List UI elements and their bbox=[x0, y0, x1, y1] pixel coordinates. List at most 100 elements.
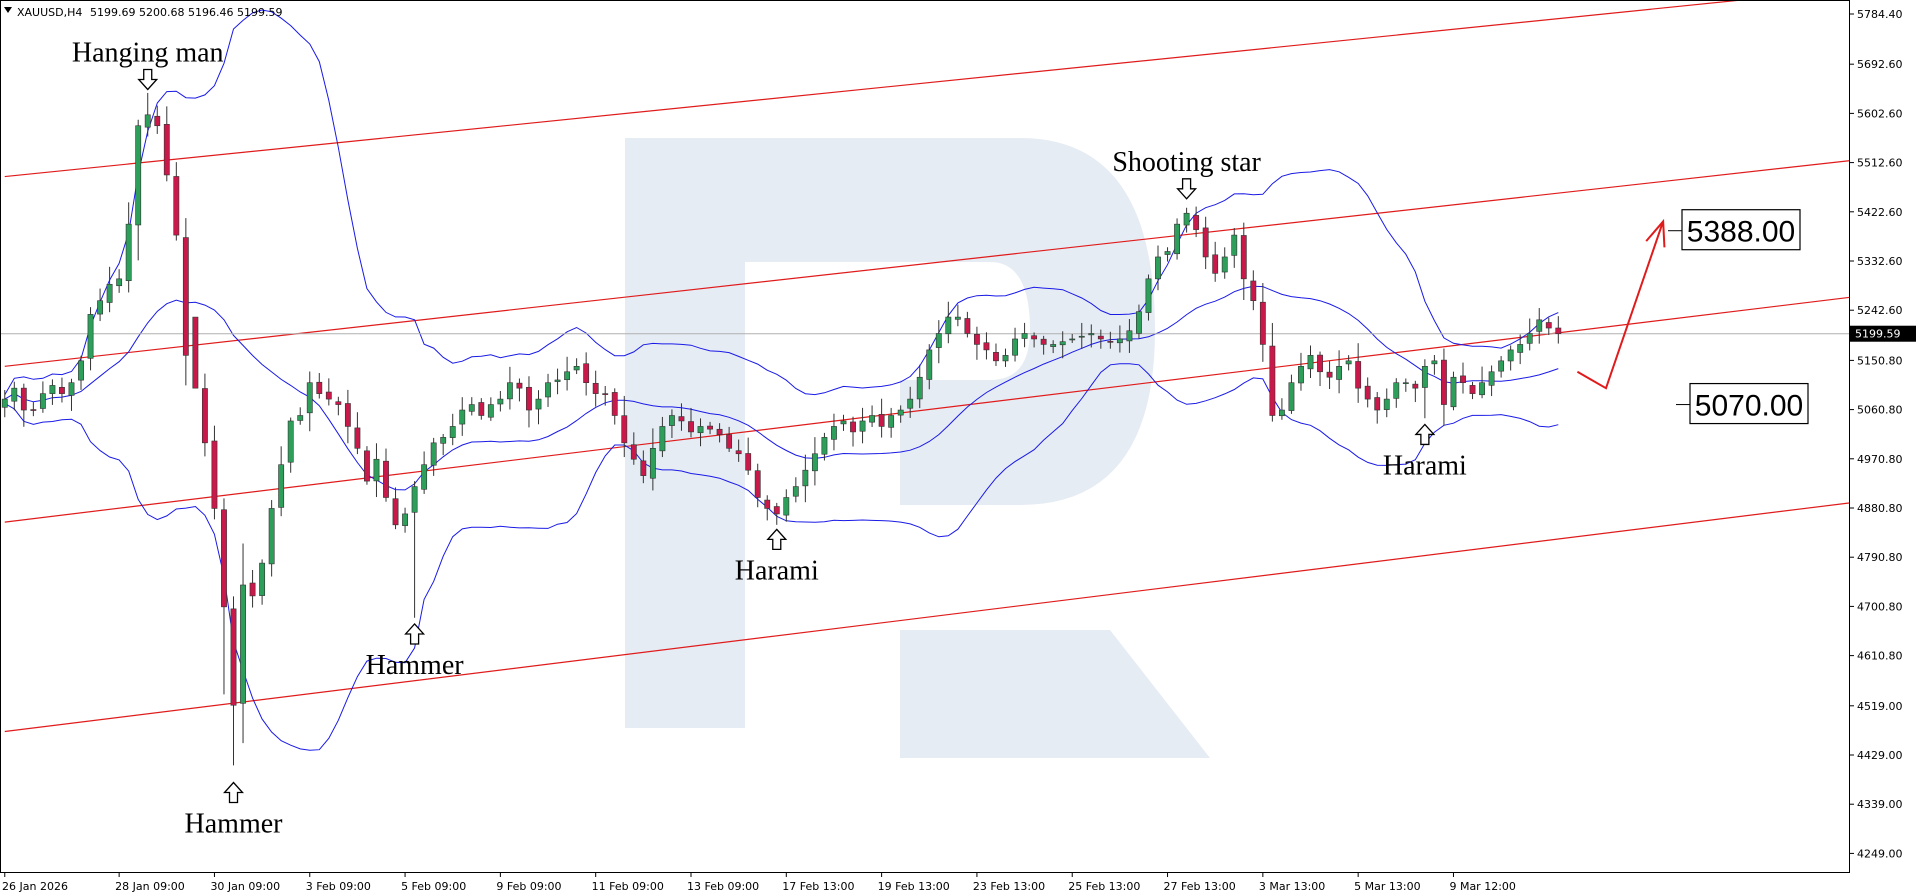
candle-body bbox=[630, 444, 637, 460]
candle-body bbox=[430, 442, 437, 466]
candle bbox=[97, 288, 103, 322]
candle bbox=[125, 202, 132, 293]
candle-body bbox=[1383, 398, 1390, 410]
candle-body bbox=[811, 453, 818, 472]
candle bbox=[1431, 355, 1438, 375]
candle bbox=[592, 370, 599, 407]
candle bbox=[354, 412, 361, 455]
candle-body bbox=[1250, 280, 1257, 301]
candle-body bbox=[59, 386, 65, 394]
candle-body bbox=[1421, 365, 1428, 388]
candle bbox=[68, 378, 75, 411]
candle-body bbox=[1002, 355, 1009, 362]
candle-body bbox=[259, 562, 266, 596]
candle bbox=[811, 437, 818, 486]
candle-body bbox=[535, 398, 542, 410]
candle-body bbox=[144, 114, 151, 128]
candle bbox=[182, 218, 189, 386]
candle bbox=[316, 372, 323, 399]
candle-body bbox=[945, 316, 952, 335]
candle bbox=[792, 477, 799, 503]
candle-body bbox=[297, 415, 304, 421]
candle-body bbox=[935, 333, 942, 348]
y-tick-label: 4339.00 bbox=[1857, 798, 1903, 811]
arrow-down-icon bbox=[137, 68, 159, 91]
candle-body bbox=[1050, 344, 1057, 347]
candle-body bbox=[1507, 349, 1514, 362]
candle-body bbox=[1088, 333, 1095, 336]
candle-body bbox=[506, 382, 513, 400]
candle-body bbox=[1193, 215, 1200, 230]
candle bbox=[802, 454, 809, 503]
candle-body bbox=[516, 382, 523, 389]
candle bbox=[945, 301, 952, 344]
candle-body bbox=[850, 421, 856, 433]
candle bbox=[1221, 247, 1228, 279]
candle-body bbox=[1164, 251, 1171, 255]
candle bbox=[421, 451, 428, 494]
pattern-label: Harami bbox=[735, 555, 819, 586]
candle-body bbox=[792, 486, 799, 497]
pattern-label: Shooting star bbox=[1112, 147, 1261, 178]
candle bbox=[1202, 216, 1209, 270]
candle-body bbox=[897, 409, 904, 416]
candle bbox=[211, 425, 218, 520]
candle-body bbox=[1479, 382, 1485, 396]
candle-body bbox=[564, 371, 571, 381]
candle bbox=[840, 414, 847, 431]
candle-body bbox=[878, 414, 885, 427]
price-axis[interactable]: 5784.40 5692.60 5602.60 5512.60 5422.60 5332.… bbox=[1849, 8, 1903, 860]
symbol-dropdown-icon[interactable] bbox=[4, 7, 12, 13]
candle-body bbox=[1545, 322, 1552, 329]
chart: Hanging man Hammer Hammer Harami Shooting st… bbox=[0, 0, 1916, 893]
candle bbox=[1488, 365, 1495, 397]
pattern-annotation: Harami bbox=[1383, 423, 1467, 481]
candle bbox=[1421, 359, 1428, 419]
x-tick-label: 27 Feb 13:00 bbox=[1164, 880, 1236, 893]
candle bbox=[869, 405, 876, 427]
candle-body bbox=[487, 404, 494, 418]
x-tick-label: 9 Feb 09:00 bbox=[496, 880, 561, 893]
y-tick-label: 5784.40 bbox=[1857, 8, 1903, 21]
candle-body bbox=[526, 386, 532, 411]
candle bbox=[1307, 345, 1314, 379]
candle-body bbox=[916, 376, 923, 400]
candle-body bbox=[1116, 338, 1123, 344]
candle bbox=[192, 316, 199, 389]
candle bbox=[516, 378, 523, 402]
candle-body bbox=[554, 379, 561, 382]
candle-body bbox=[773, 506, 780, 515]
candle bbox=[573, 358, 580, 375]
candle bbox=[383, 448, 389, 502]
candle bbox=[478, 398, 485, 420]
candle bbox=[1164, 247, 1171, 262]
candle bbox=[1393, 378, 1400, 408]
candle-body bbox=[192, 316, 199, 389]
candle-body bbox=[1450, 376, 1457, 408]
candle-body bbox=[1517, 344, 1524, 353]
candle-body bbox=[1107, 341, 1114, 343]
y-tick-label: 5150.80 bbox=[1857, 354, 1903, 367]
candle bbox=[1412, 380, 1419, 403]
candle bbox=[278, 446, 285, 517]
level-box: 5070.00 bbox=[1676, 382, 1809, 425]
candle bbox=[773, 502, 780, 525]
arrow-down-icon bbox=[1176, 178, 1198, 200]
candle-body bbox=[1412, 383, 1419, 389]
candle-body bbox=[1078, 335, 1085, 338]
candle-body bbox=[106, 283, 113, 303]
x-tick-label: 23 Feb 13:00 bbox=[973, 880, 1045, 893]
candle-body bbox=[1431, 360, 1438, 365]
candle-body bbox=[316, 381, 323, 394]
candle-body bbox=[888, 415, 895, 428]
y-tick-label: 4970.80 bbox=[1857, 453, 1903, 466]
candle-body bbox=[1, 398, 8, 408]
candle-body bbox=[373, 458, 380, 482]
candle-body bbox=[1298, 365, 1304, 384]
candle bbox=[878, 398, 885, 438]
time-axis[interactable]: 26 Jan 2026 28 Jan 09:00 30 Jan 09:00 3 Feb… bbox=[2, 872, 1516, 893]
candle-body bbox=[211, 440, 218, 509]
candle bbox=[583, 352, 590, 396]
candle-body bbox=[783, 497, 790, 516]
candle bbox=[487, 397, 494, 421]
